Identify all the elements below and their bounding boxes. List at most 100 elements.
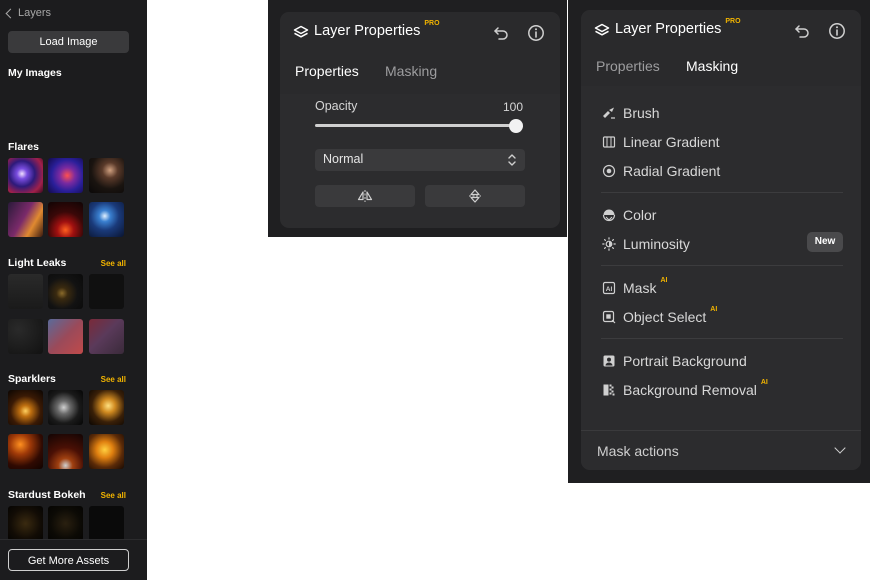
asset-thumbnail[interactable] [8, 506, 43, 541]
ai-badge: AI [660, 277, 668, 284]
chevron-down-icon [834, 442, 846, 454]
asset-thumbnail[interactable] [89, 390, 124, 425]
ai-badge: AI [710, 306, 718, 313]
flip-vertical-button[interactable] [425, 185, 525, 207]
panel-title: Layer Properties PRO [615, 18, 741, 37]
mask-option-label: Object Select AI [623, 306, 718, 325]
panel-header: Layer Properties PRO [280, 12, 560, 54]
flip-horizontal-button[interactable] [315, 185, 415, 207]
asset-thumbnail[interactable] [89, 202, 124, 237]
blend-mode-value: Normal [323, 152, 364, 166]
opacity-slider-knob[interactable] [509, 119, 523, 133]
tab-bar: Properties Masking [581, 50, 861, 86]
my-images-heading: My Images [8, 67, 62, 79]
masking-panel: Layer Properties PRO Properties Masking B… [581, 10, 861, 470]
tab-properties[interactable]: Properties [596, 58, 660, 74]
properties-panel: Layer Properties PRO Properties Masking O… [280, 12, 560, 228]
sparklers-see-all-link[interactable]: See all [101, 375, 126, 384]
info-icon[interactable] [828, 22, 846, 40]
section-stardust-bokeh-title: Stardust Bokeh [8, 489, 86, 501]
asset-thumbnail[interactable] [89, 319, 124, 354]
asset-thumbnail[interactable] [8, 319, 43, 354]
undo-icon[interactable] [492, 24, 510, 42]
mask-option-label: Radial Gradient [623, 163, 721, 179]
divider [601, 265, 843, 266]
layers-icon [594, 23, 610, 36]
panel-title: Layer Properties PRO [314, 20, 440, 39]
asset-thumbnail[interactable] [8, 158, 43, 193]
portrait-icon [602, 354, 616, 368]
asset-thumbnail[interactable] [89, 274, 124, 309]
mask-option-label: Linear Gradient [623, 134, 720, 150]
tab-masking[interactable]: Masking [686, 58, 738, 74]
linear-gradient-icon [602, 135, 616, 149]
chevron-left-icon [5, 8, 16, 18]
color-icon [602, 208, 616, 222]
mask-option-radial-gradient[interactable]: Radial Gradient [602, 161, 720, 181]
mask-option-brush[interactable]: Brush [602, 103, 660, 123]
pro-badge: PRO [424, 20, 440, 27]
mask-option-color[interactable]: Color [602, 205, 656, 225]
mask-option-portrait-background[interactable]: Portrait Background [602, 351, 747, 371]
mask-option-linear-gradient[interactable]: Linear Gradient [602, 132, 720, 152]
undo-icon[interactable] [793, 22, 811, 40]
ai-badge: AI [760, 379, 768, 386]
asset-thumbnail[interactable] [8, 274, 43, 309]
section-sparklers-title: Sparklers [8, 373, 56, 385]
back-to-layers-button[interactable]: Layers [5, 7, 51, 19]
brush-icon [602, 106, 616, 120]
asset-thumbnail[interactable] [48, 319, 83, 354]
chevron-up-down-icon [508, 154, 516, 166]
asset-thumbnail[interactable] [89, 434, 124, 469]
opacity-value: 100 [503, 100, 524, 114]
mask-option-luminosity[interactable]: Luminosity [602, 234, 690, 254]
asset-thumbnail[interactable] [48, 434, 83, 469]
flip-vertical-icon [469, 189, 481, 203]
mask-option-background-removal[interactable]: Background Removal AI [602, 379, 768, 400]
stardust-bokeh-see-all-link[interactable]: See all [101, 491, 126, 500]
asset-thumbnail[interactable] [89, 506, 124, 541]
asset-thumbnail[interactable] [89, 158, 124, 193]
luminosity-icon [602, 237, 616, 251]
layers-icon [293, 25, 309, 38]
load-image-button[interactable]: Load Image [8, 31, 129, 53]
asset-thumbnail[interactable] [48, 274, 83, 309]
mask-option-label: Color [623, 207, 657, 223]
opacity-slider-track[interactable] [315, 124, 510, 127]
mask-option-object-select[interactable]: Object Select AI [602, 306, 718, 327]
tab-bar: Properties Masking [280, 54, 560, 94]
divider [601, 192, 843, 193]
get-more-assets-button[interactable]: Get More Assets [8, 549, 129, 571]
section-light-leaks-title: Light Leaks [8, 257, 67, 269]
info-icon[interactable] [527, 24, 545, 42]
tab-properties[interactable]: Properties [295, 63, 359, 79]
flip-horizontal-icon [357, 190, 373, 202]
mask-actions-row[interactable]: Mask actions [581, 430, 861, 470]
svg-text:AI: AI [606, 286, 613, 293]
mask-option-ai-mask[interactable]: AI Mask AI [602, 277, 668, 298]
asset-thumbnail[interactable] [8, 434, 43, 469]
asset-thumbnail[interactable] [48, 158, 83, 193]
asset-thumbnail[interactable] [48, 390, 83, 425]
light-leaks-see-all-link[interactable]: See all [101, 259, 126, 268]
background-removal-icon [602, 383, 616, 397]
mask-option-label: Portrait Background [623, 353, 747, 369]
sidebar-footer: Get More Assets [0, 539, 147, 580]
asset-thumbnail[interactable] [8, 202, 43, 237]
mask-option-label: Mask AI [623, 277, 668, 296]
section-flares-title: Flares [8, 141, 39, 153]
opacity-label: Opacity [315, 99, 358, 113]
mask-option-label: Luminosity [623, 236, 690, 252]
asset-thumbnail[interactable] [48, 202, 83, 237]
mask-option-label: Brush [623, 105, 660, 121]
blend-mode-select[interactable]: Normal [315, 149, 525, 171]
object-select-icon [602, 310, 616, 324]
panel-header: Layer Properties PRO [581, 10, 861, 52]
ai-mask-icon: AI [602, 281, 616, 295]
asset-thumbnail[interactable] [48, 506, 83, 541]
asset-thumbnail[interactable] [8, 390, 43, 425]
pro-badge: PRO [725, 18, 741, 25]
divider [601, 338, 843, 339]
tab-masking[interactable]: Masking [385, 63, 437, 79]
new-badge: New [807, 232, 843, 252]
